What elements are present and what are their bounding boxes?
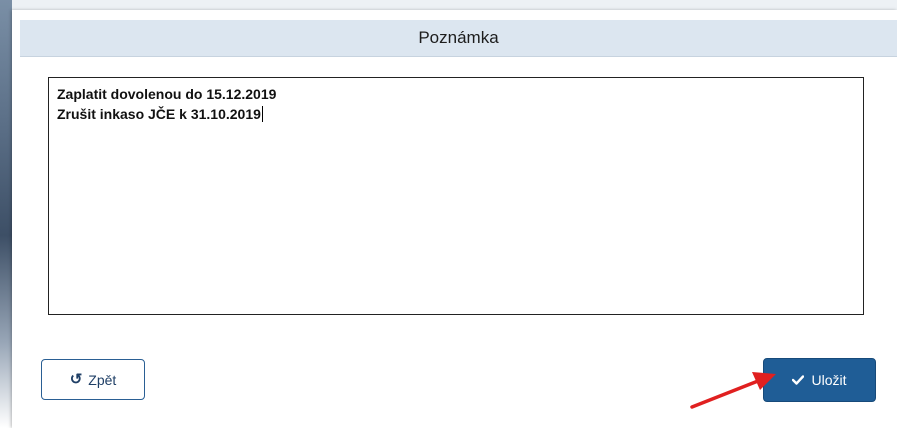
background-page-strip [0, 0, 12, 428]
background-page-top [0, 0, 897, 10]
note-line: Zrušit inkaso JČE k 31.10.2019 [57, 106, 261, 122]
save-button[interactable]: Uložit [763, 358, 876, 402]
back-button[interactable]: ↺ Zpět [41, 359, 145, 400]
note-textarea[interactable]: Zaplatit dovolenou do 15.12.2019 Zrušit … [48, 77, 864, 315]
note-line: Zaplatit dovolenou do 15.12.2019 [57, 86, 277, 102]
check-icon [792, 375, 805, 385]
back-button-label: Zpět [88, 371, 117, 388]
save-button-label: Uložit [811, 372, 847, 388]
dialog-title: Poznámka [418, 28, 499, 47]
dialog-header: Poznámka [20, 20, 897, 57]
note-line-with-caret: Zrušit inkaso JČE k 31.10.2019 [57, 104, 855, 124]
text-caret [261, 106, 263, 122]
undo-icon: ↺ [69, 371, 83, 388]
